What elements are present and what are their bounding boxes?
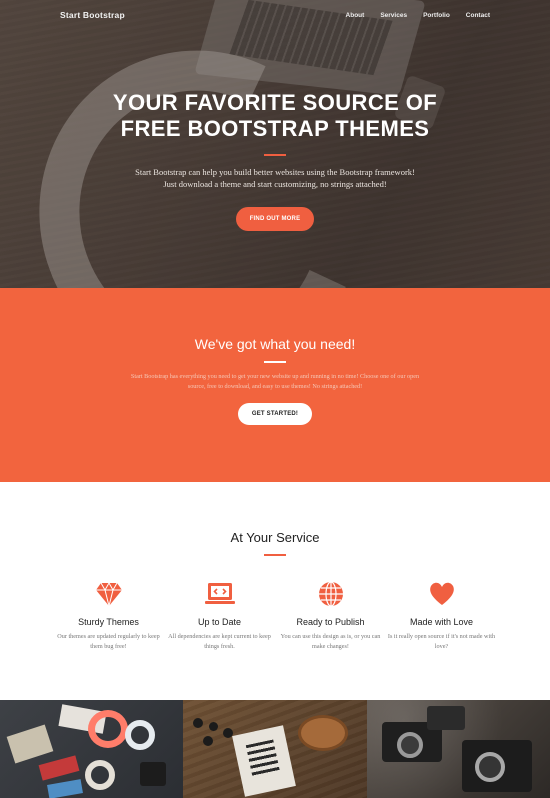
service-title: Sturdy Themes	[78, 617, 139, 627]
diamond-icon	[53, 580, 164, 608]
nav-link-contact[interactable]: Contact	[466, 12, 490, 19]
hero-section: YOUR FAVORITE SOURCE OF FREE BOOTSTRAP T…	[0, 0, 550, 288]
service-text: You can use this design as is, or you ca…	[280, 633, 381, 650]
service-item: Sturdy Themes Our themes are updated reg…	[53, 580, 164, 651]
services-divider	[264, 554, 286, 556]
nav-link-about[interactable]: About	[346, 12, 365, 19]
get-started-button[interactable]: GET STARTED!	[237, 403, 313, 425]
nav-link-portfolio[interactable]: Portfolio	[423, 12, 450, 19]
find-out-more-button[interactable]: FIND OUT MORE	[235, 207, 315, 231]
about-text: Start Bootstrap has everything you need …	[130, 373, 420, 390]
hero-content: YOUR FAVORITE SOURCE OF FREE BOOTSTRAP T…	[0, 90, 550, 231]
service-item: Ready to Publish You can use this design…	[275, 580, 386, 651]
laptop-code-icon	[164, 580, 275, 608]
heart-icon	[386, 580, 497, 608]
service-title: Made with Love	[409, 617, 474, 627]
service-text: Our themes are updated regularly to keep…	[57, 633, 160, 650]
about-divider	[264, 361, 286, 363]
about-section: We've got what you need! Start Bootstrap…	[0, 288, 550, 482]
service-item: Up to Date All dependencies are kept cur…	[164, 580, 275, 651]
services-list: Sturdy Themes Our themes are updated reg…	[0, 580, 550, 651]
navbar: Start Bootstrap About Services Portfolio…	[0, 0, 550, 30]
hero-text: Start Bootstrap can help you build bette…	[135, 167, 415, 189]
portfolio-item-3[interactable]	[367, 700, 550, 798]
service-text: Is it really open source if it's not mad…	[387, 633, 496, 650]
portfolio-section	[0, 700, 550, 798]
service-text: All dependencies are kept current to kee…	[168, 633, 271, 650]
hero-title: YOUR FAVORITE SOURCE OF FREE BOOTSTRAP T…	[0, 90, 550, 142]
brand-logo[interactable]: Start Bootstrap	[60, 10, 125, 20]
nav-menu: About Services Portfolio Contact	[346, 12, 490, 19]
nav-link-services[interactable]: Services	[380, 12, 407, 19]
services-section: At Your Service Sturdy Themes Our themes…	[0, 482, 550, 700]
hero-title-line2: FREE BOOTSTRAP THEMES	[120, 116, 430, 141]
portfolio-item-2[interactable]	[183, 700, 367, 798]
service-title: Ready to Publish	[296, 617, 365, 627]
hero-divider	[264, 154, 286, 156]
service-item: Made with Love Is it really open source …	[386, 580, 497, 651]
about-title: We've got what you need!	[194, 336, 356, 352]
hero-title-line1: YOUR FAVORITE SOURCE OF	[112, 90, 438, 115]
globe-icon	[275, 580, 386, 608]
services-title: At Your Service	[230, 530, 320, 545]
portfolio-item-1[interactable]	[0, 700, 183, 798]
service-title: Up to Date	[197, 617, 242, 627]
